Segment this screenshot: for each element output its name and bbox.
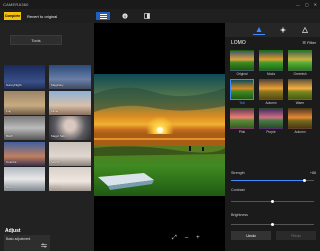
preset-greenish[interactable]: Greenish <box>288 50 312 77</box>
preset-teal[interactable]: Teal <box>230 79 254 106</box>
brightness-label: Brightness <box>231 213 248 217</box>
effects-tab-icon[interactable] <box>277 25 289 35</box>
edited-photo[interactable] <box>94 74 225 196</box>
info-icon[interactable] <box>118 12 132 20</box>
app-title: CAMERA360 <box>3 2 29 7</box>
right-panel: LOMO ☰ Filter Original Moda Greenish Tea… <box>225 23 320 251</box>
strength-slider[interactable] <box>231 179 314 182</box>
undo-button[interactable]: Undo <box>231 231 271 240</box>
tools-button[interactable]: Tools <box>10 35 62 45</box>
filter-thumb-magic-skin[interactable]: Magic Skin <box>49 116 91 140</box>
preset-original[interactable]: Original <box>230 50 254 77</box>
compare-view-icon[interactable] <box>96 12 110 20</box>
contrast-label: Contrast <box>231 188 245 192</box>
sliders-icon <box>41 243 47 249</box>
zoom-in-icon[interactable]: + <box>196 235 200 242</box>
right-tabs <box>225 23 320 37</box>
brightness-slider-thumb[interactable] <box>271 223 274 226</box>
filter-tab-icon[interactable] <box>253 25 265 35</box>
filter-thumb-sunnynight[interactable]: SunnyNight <box>4 65 45 89</box>
filter-menu-button[interactable]: ☰ Filter <box>302 40 316 45</box>
preset-moda[interactable]: Moda <box>259 50 283 77</box>
canvas-area: ⤢ – + <box>94 23 225 251</box>
zoom-out-icon[interactable]: – <box>185 235 188 242</box>
redo-button[interactable]: Redo <box>276 231 316 240</box>
filter-thumb-sketch[interactable]: Sketch <box>49 141 91 166</box>
filter-thumb-inverse[interactable]: Inverse <box>49 167 91 191</box>
maximize-button[interactable]: ▢ <box>305 2 309 7</box>
fit-screen-icon[interactable]: ⤢ <box>172 235 177 242</box>
filter-thumb-fog[interactable]: Fog <box>4 90 45 115</box>
top-toolbar: Complete Revert to original <box>0 9 320 23</box>
filter-thumb-glow[interactable]: Glow <box>4 167 45 191</box>
strength-label: Strength <box>231 171 245 175</box>
preset-grid: Original Moda Greenish Teal Autumn Warm … <box>230 50 316 135</box>
preset-autumn[interactable]: Autumn <box>259 79 283 106</box>
preset-autumn-2[interactable]: Autumn <box>288 108 312 135</box>
filter-grid: SunnyNight Magicsky Fog Lavel B&W Magic … <box>4 65 92 215</box>
filter-thumb-magicsky[interactable]: Magicsky <box>49 65 91 89</box>
basic-adjustment-label: Basic adjustment <box>6 237 31 241</box>
contrast-slider-thumb[interactable] <box>271 200 274 203</box>
adjust-heading: Adjust <box>5 228 21 234</box>
filter-thumb-bw[interactable]: B&W <box>4 116 45 140</box>
revert-to-original-button[interactable]: Revert to original <box>27 12 57 20</box>
strength-value: +88 <box>309 171 316 175</box>
filter-category-title: LOMO <box>231 40 246 46</box>
frame-tab-icon[interactable] <box>299 25 311 35</box>
close-button[interactable]: ✕ <box>314 2 317 7</box>
strength-slider-thumb[interactable] <box>302 179 306 182</box>
preset-pink[interactable]: Pink <box>230 108 254 135</box>
basic-adjustment-button[interactable]: Basic adjustment <box>4 235 50 251</box>
contrast-slider[interactable] <box>231 200 314 203</box>
filter-thumb-colorful[interactable]: Colorful <box>4 141 45 166</box>
preset-purple[interactable]: Purple <box>259 108 283 135</box>
preset-warm[interactable]: Warm <box>288 79 312 106</box>
split-view-icon[interactable] <box>140 12 154 20</box>
filter-thumb-lavel[interactable]: Lavel <box>49 90 91 115</box>
title-bar: CAMERA360 — ▢ ✕ <box>0 0 320 9</box>
brightness-slider[interactable] <box>231 223 314 226</box>
minimize-button[interactable]: — <box>296 2 300 7</box>
complete-button[interactable]: Complete <box>4 12 21 20</box>
left-panel: Tools SunnyNight Magicsky Fog Lavel B&W … <box>0 23 94 251</box>
